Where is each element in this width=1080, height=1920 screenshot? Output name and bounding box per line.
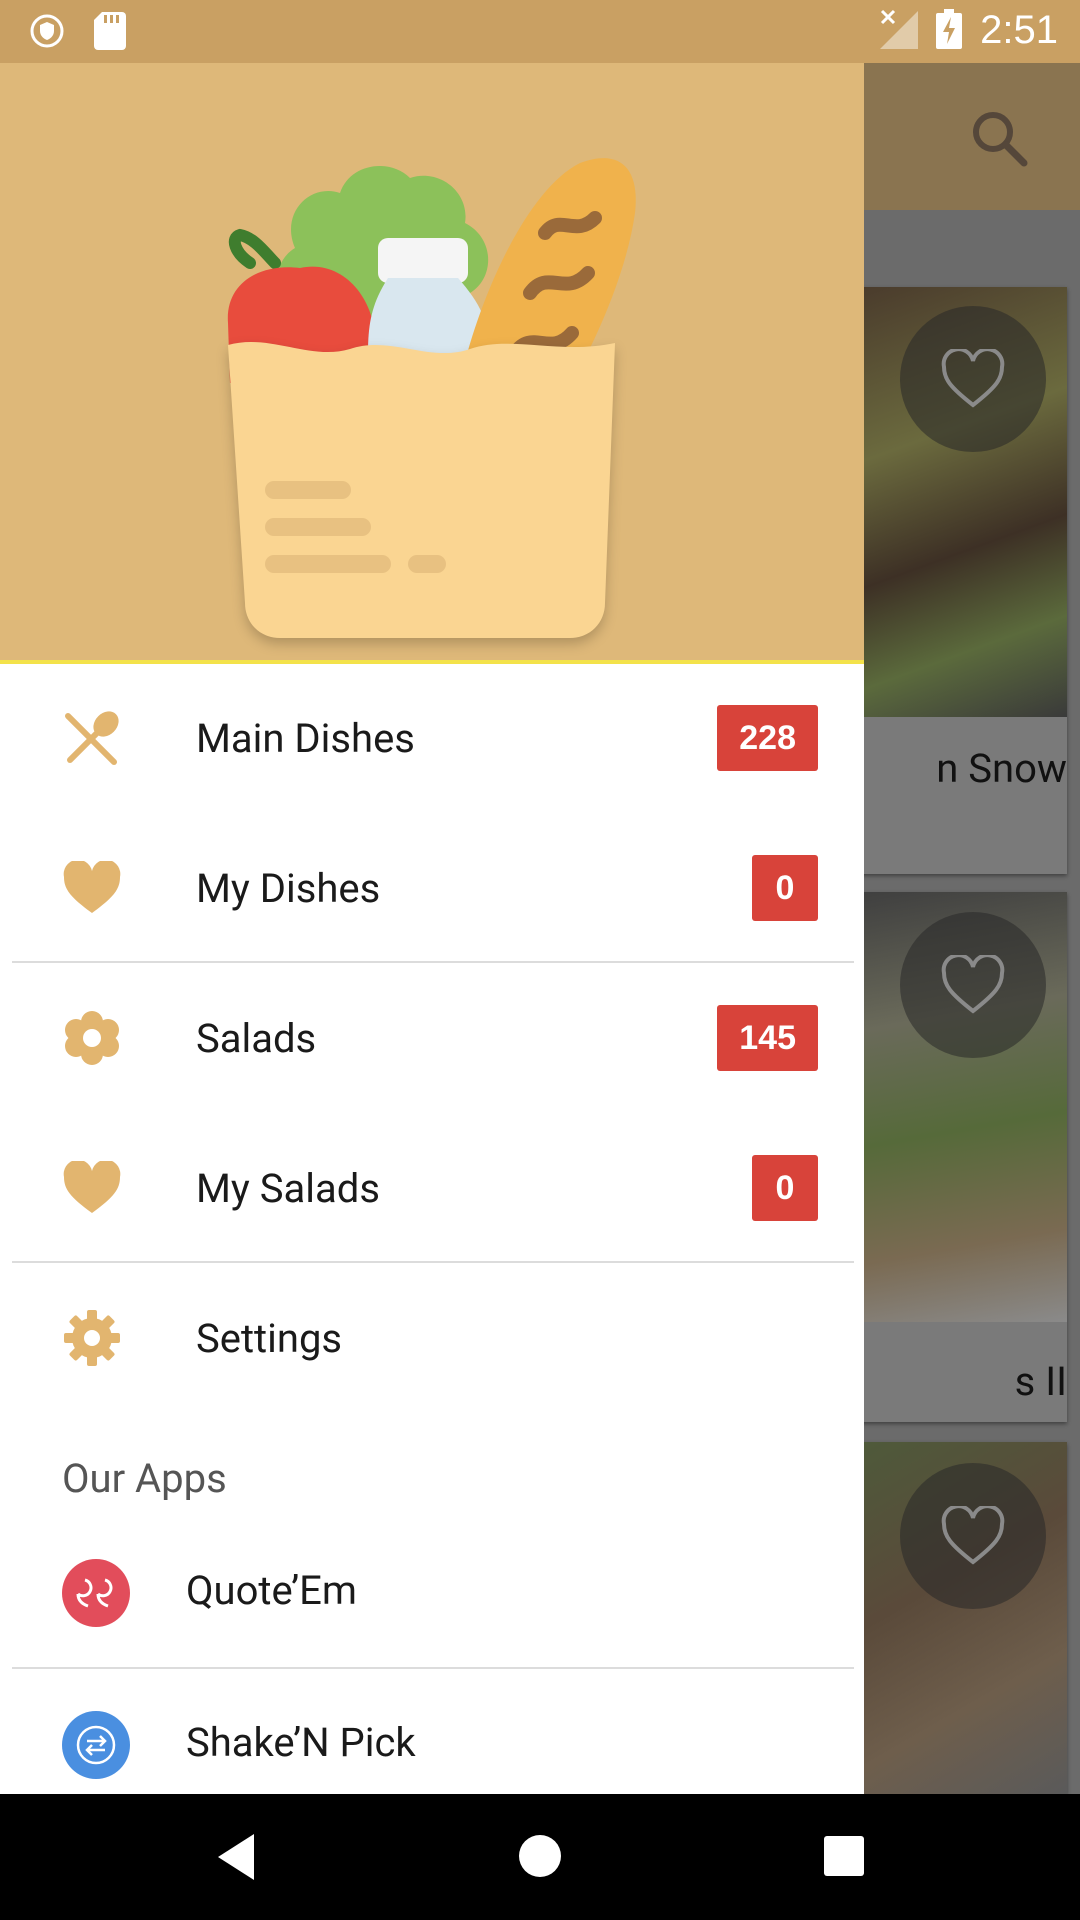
menu-item-my-dishes[interactable]: My Dishes 0 [0,813,864,963]
menu-item-my-salads[interactable]: My Salads 0 [0,1113,864,1263]
favorite-button[interactable] [900,306,1046,452]
menu-item-label: Salads [196,1014,317,1062]
recents-button[interactable] [824,1836,864,1880]
app-item-quoteem[interactable]: Quote’Em [0,1533,864,1653]
count-badge: 228 [717,705,818,771]
back-button[interactable] [214,1832,258,1886]
menu-item-label: My Salads [196,1164,380,1212]
search-icon[interactable] [968,107,1030,173]
menu-item-salads[interactable]: Salads 145 [0,963,864,1113]
favorite-button[interactable] [900,912,1046,1058]
grocery-bag-illustration [227,158,636,638]
heart-outline-icon [941,1506,1005,1565]
arrows-icon [62,1711,130,1779]
app-label: Shake’N Pick [186,1719,416,1766]
favorite-button[interactable] [900,1463,1046,1609]
no-signal-icon [878,9,919,53]
shield-icon [30,14,64,52]
heart-icon [62,858,122,918]
status-bar: 2:51 [0,0,1080,63]
menu-item-main-dishes[interactable]: Main Dishes 228 [0,663,864,813]
our-apps-heading: Our Apps [62,1455,227,1502]
navigation-drawer: Main Dishes 228 My Dishes 0 Salads 145 M… [0,63,864,1794]
sd-card-icon [94,12,126,54]
system-nav-bar [0,1794,1080,1920]
fork-spoon-icon [62,708,122,768]
app-item-shakenpick[interactable]: Shake’N Pick [0,1685,864,1794]
menu-item-label: My Dishes [196,864,381,912]
recipe-title: s II [1014,1358,1067,1405]
menu-item-label: Main Dishes [196,714,415,762]
flower-icon [62,1008,122,1068]
menu-divider [12,1667,854,1669]
count-badge: 0 [752,1155,818,1221]
menu-item-settings[interactable]: Settings [0,1263,864,1413]
count-badge: 0 [752,855,818,921]
heart-outline-icon [941,955,1005,1014]
heart-icon [62,1158,122,1218]
count-badge: 145 [717,1005,818,1071]
quote-icon [62,1559,130,1627]
menu-item-label: Settings [196,1314,343,1362]
gear-icon [62,1308,122,1368]
heart-outline-icon [941,349,1005,408]
app-label: Quote’Em [186,1567,357,1614]
home-button[interactable] [518,1834,562,1882]
battery-charging-icon [936,8,963,53]
recipe-title: n Snow [936,745,1067,792]
drawer-header [0,63,864,660]
status-time: 2:51 [980,8,1058,52]
